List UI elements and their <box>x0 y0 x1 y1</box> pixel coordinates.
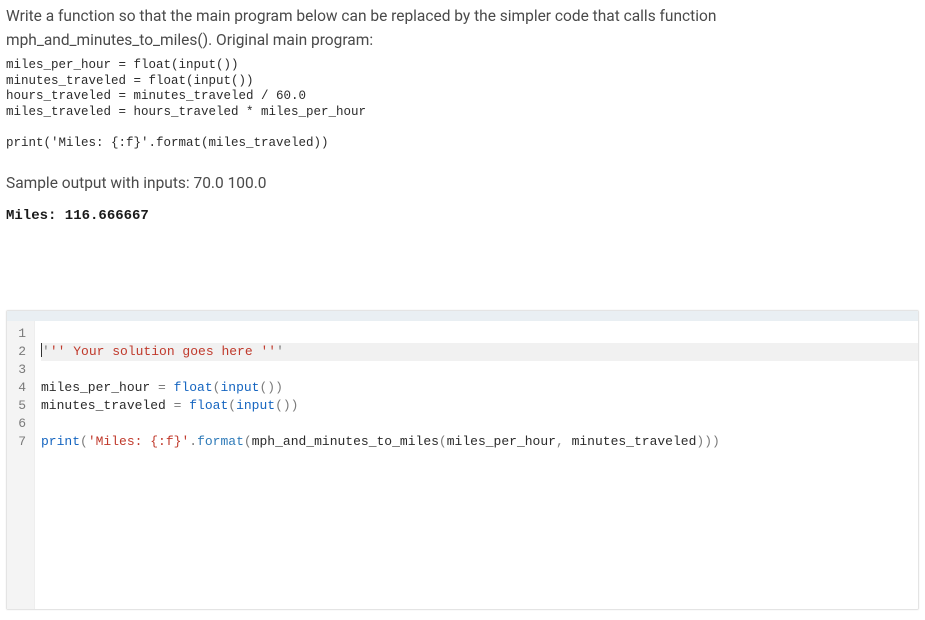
code-token: ))) <box>696 434 719 449</box>
code-line[interactable]: print('Miles: {:f}'.format(mph_and_minut… <box>41 433 918 451</box>
code-token: ( <box>439 434 447 449</box>
code-token: format <box>197 434 244 449</box>
line-number: 5 <box>17 397 26 415</box>
sample-output-value: Miles: 116.666667 <box>6 208 919 224</box>
code-token: , <box>556 434 572 449</box>
code-token: float <box>174 380 213 395</box>
code-line[interactable] <box>41 415 918 433</box>
code-line[interactable] <box>41 361 918 379</box>
code-token: input <box>236 398 275 413</box>
code-token: input <box>220 380 259 395</box>
code-token: ' <box>276 344 284 359</box>
code-token: ()) <box>259 380 282 395</box>
problem-statement: Write a function so that the main progra… <box>6 4 919 52</box>
code-line[interactable]: minutes_traveled = float(input()) <box>41 397 918 415</box>
code-token: ' <box>42 344 50 359</box>
sample-output-label: Sample output with inputs: 70.0 100.0 <box>6 174 919 192</box>
page-root: Write a function so that the main progra… <box>0 0 925 620</box>
code-line[interactable]: miles_per_hour = float(input()) <box>41 379 918 397</box>
code-token: . <box>189 434 197 449</box>
code-editor[interactable]: 1234567 ''' Your solution goes here ''' m… <box>6 310 919 610</box>
code-line[interactable] <box>41 325 918 343</box>
code-token: '' Your solution goes here '' <box>50 344 276 359</box>
code-token: ()) <box>275 398 298 413</box>
original-main-program-code: miles_per_hour = float(input()) minutes_… <box>6 58 919 152</box>
code-token: = <box>174 398 190 413</box>
line-number: 1 <box>17 325 26 343</box>
line-number: 7 <box>17 433 26 451</box>
code-area[interactable]: ''' Your solution goes here ''' miles_per… <box>35 321 918 609</box>
line-number: 6 <box>17 415 26 433</box>
code-token: miles_per_hour <box>447 434 556 449</box>
code-token: ( <box>228 398 236 413</box>
code-token: mph_and_minutes_to_miles <box>252 434 439 449</box>
code-line[interactable]: ''' Your solution goes here ''' <box>41 343 918 361</box>
code-token: miles_per_hour <box>41 380 158 395</box>
code-token: minutes_traveled <box>41 398 174 413</box>
code-token: print <box>41 434 80 449</box>
code-token: = <box>158 380 174 395</box>
line-number-gutter: 1234567 <box>7 321 35 609</box>
code-token: 'Miles: {:f}' <box>88 434 189 449</box>
code-token: minutes_traveled <box>572 434 697 449</box>
editor-body: 1234567 ''' Your solution goes here ''' m… <box>7 321 918 609</box>
line-number: 3 <box>17 361 26 379</box>
code-token: float <box>189 398 228 413</box>
line-number: 2 <box>17 343 26 361</box>
code-token: ( <box>80 434 88 449</box>
editor-topbar <box>7 311 918 321</box>
code-token: ( <box>244 434 252 449</box>
line-number: 4 <box>17 379 26 397</box>
